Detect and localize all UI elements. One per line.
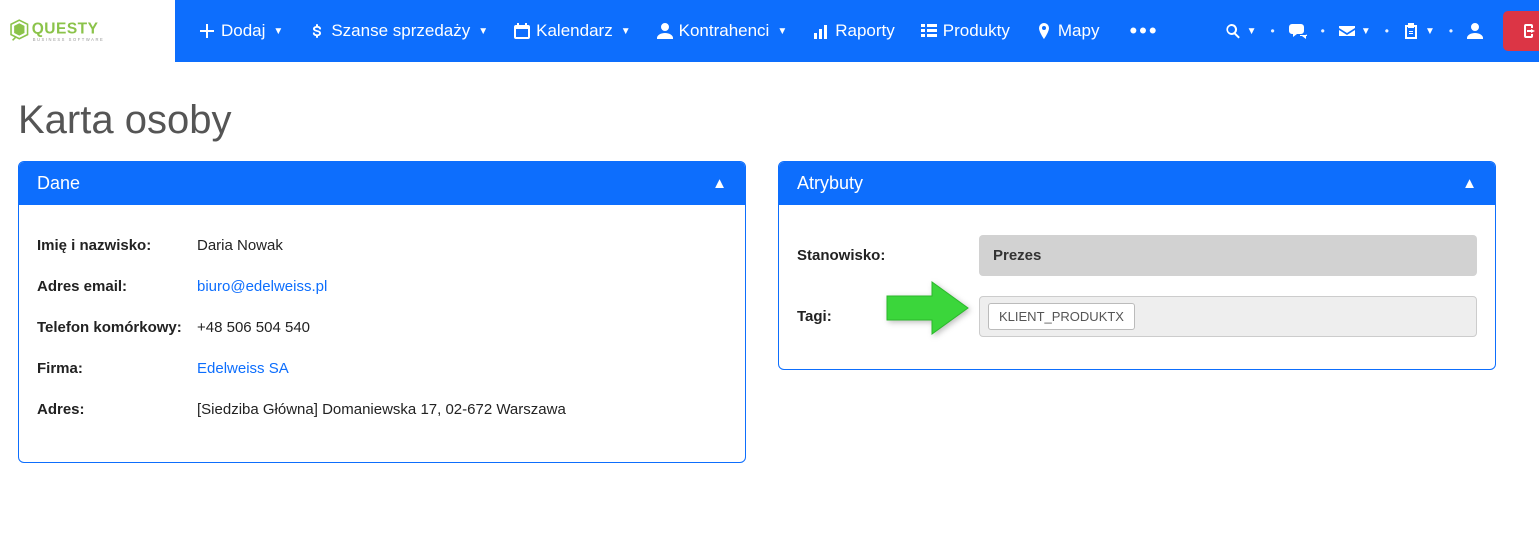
card-atrybuty-header: Atrybuty ▲ bbox=[779, 162, 1495, 205]
page-title: Karta osoby bbox=[18, 98, 1521, 143]
brand-logo[interactable]: QUESTY BUSINESS SOFTWARE bbox=[0, 0, 175, 62]
collapse-icon[interactable]: ▲ bbox=[712, 175, 727, 192]
separator-dot: • bbox=[1319, 24, 1327, 38]
nav-szanse[interactable]: Szanse sprzedaży ▼ bbox=[297, 0, 500, 62]
bars-icon bbox=[813, 23, 829, 39]
label-adres: Adres: bbox=[37, 401, 197, 418]
nav-produkty[interactable]: Produkty bbox=[909, 0, 1022, 62]
mail-button[interactable]: ▼ bbox=[1331, 17, 1379, 45]
card-atrybuty: Atrybuty ▲ Stanowisko: Prezes Tagi: KLIE… bbox=[778, 161, 1496, 370]
dollar-icon bbox=[309, 23, 325, 39]
search-button[interactable]: ▼ bbox=[1217, 17, 1265, 45]
pin-icon bbox=[1036, 23, 1052, 39]
card-dane-title: Dane bbox=[37, 173, 80, 194]
collapse-icon[interactable]: ▲ bbox=[1462, 175, 1477, 192]
top-navbar: QUESTY BUSINESS SOFTWARE Dodaj ▼ Szanse … bbox=[0, 0, 1539, 62]
value-stanowisko[interactable]: Prezes bbox=[979, 235, 1477, 276]
tag-chip[interactable]: KLIENT_PRODUKTX bbox=[988, 303, 1135, 330]
tags-field[interactable]: KLIENT_PRODUKTX bbox=[979, 296, 1477, 337]
value-telefon: +48 506 504 540 bbox=[197, 319, 310, 336]
separator-dot: • bbox=[1447, 24, 1455, 38]
chat-icon bbox=[1289, 22, 1307, 40]
nav-kalendarz[interactable]: Kalendarz ▼ bbox=[502, 0, 642, 62]
brand-subtitle: BUSINESS SOFTWARE bbox=[33, 36, 105, 41]
card-atrybuty-body: Stanowisko: Prezes Tagi: KLIENT_PRODUKTX bbox=[779, 205, 1495, 369]
row-tagi: Tagi: KLIENT_PRODUKTX bbox=[797, 286, 1477, 347]
value-adres: [Siedziba Główna] Domaniewska 17, 02-672… bbox=[197, 401, 566, 418]
nav-raporty[interactable]: Raporty bbox=[801, 0, 907, 62]
nav-mapy[interactable]: Mapy bbox=[1024, 0, 1112, 62]
cards-row: Dane ▲ Imię i nazwisko: Daria Nowak Adre… bbox=[18, 161, 1521, 463]
card-dane-body: Imię i nazwisko: Daria Nowak Adres email… bbox=[19, 205, 745, 462]
nav-left: Dodaj ▼ Szanse sprzedaży ▼ Kalendarz ▼ K… bbox=[187, 0, 1111, 62]
value-email[interactable]: biuro@edelweiss.pl bbox=[197, 278, 327, 295]
nav-right: ▼ • • ▼ • ▼ • bbox=[1217, 11, 1539, 51]
search-icon bbox=[1225, 23, 1241, 39]
nav-raporty-label: Raporty bbox=[835, 21, 895, 41]
label-firma: Firma: bbox=[37, 360, 197, 377]
label-imie: Imię i nazwisko: bbox=[37, 237, 197, 254]
more-menu[interactable]: ••• bbox=[1111, 18, 1176, 44]
separator-dot: • bbox=[1268, 24, 1276, 38]
caret-down-icon: ▼ bbox=[1361, 26, 1371, 37]
row-stanowisko: Stanowisko: Prezes bbox=[797, 225, 1477, 286]
logout-icon bbox=[1519, 22, 1537, 40]
logout-button[interactable] bbox=[1503, 11, 1539, 51]
profile-button[interactable] bbox=[1459, 17, 1491, 45]
row-imie: Imię i nazwisko: Daria Nowak bbox=[37, 225, 727, 266]
caret-down-icon: ▼ bbox=[1425, 26, 1435, 37]
label-stanowisko: Stanowisko: bbox=[797, 247, 979, 264]
card-dane-header: Dane ▲ bbox=[19, 162, 745, 205]
nav-kalendarz-label: Kalendarz bbox=[536, 21, 613, 41]
chat-button[interactable] bbox=[1281, 16, 1315, 46]
calendar-icon bbox=[514, 23, 530, 39]
row-email: Adres email: biuro@edelweiss.pl bbox=[37, 266, 727, 307]
row-adres: Adres: [Siedziba Główna] Domaniewska 17,… bbox=[37, 389, 727, 430]
brand-name: QUESTY bbox=[32, 20, 99, 37]
nav-dodaj[interactable]: Dodaj ▼ bbox=[187, 0, 295, 62]
grid-icon bbox=[921, 23, 937, 39]
card-atrybuty-title: Atrybuty bbox=[797, 173, 863, 194]
page-content: Karta osoby Dane ▲ Imię i nazwisko: Dari… bbox=[0, 62, 1539, 491]
nav-kontrahenci-label: Kontrahenci bbox=[679, 21, 770, 41]
caret-down-icon: ▼ bbox=[621, 26, 631, 37]
clipboard-button[interactable]: ▼ bbox=[1395, 17, 1443, 45]
nav-mapy-label: Mapy bbox=[1058, 21, 1100, 41]
label-telefon: Telefon komórkowy: bbox=[37, 319, 197, 336]
caret-down-icon: ▼ bbox=[478, 26, 488, 37]
user-icon bbox=[1467, 23, 1483, 39]
value-imie: Daria Nowak bbox=[197, 237, 283, 254]
mail-icon bbox=[1339, 23, 1355, 39]
caret-down-icon: ▼ bbox=[273, 26, 283, 37]
separator-dot: • bbox=[1383, 24, 1391, 38]
nav-produkty-label: Produkty bbox=[943, 21, 1010, 41]
label-email: Adres email: bbox=[37, 278, 197, 295]
nav-dodaj-label: Dodaj bbox=[221, 21, 265, 41]
caret-down-icon: ▼ bbox=[1247, 26, 1257, 37]
row-firma: Firma: Edelweiss SA bbox=[37, 348, 727, 389]
user-icon bbox=[657, 23, 673, 39]
plus-icon bbox=[199, 23, 215, 39]
arrow-annotation-icon bbox=[882, 280, 972, 336]
nav-szanse-label: Szanse sprzedaży bbox=[331, 21, 470, 41]
card-dane: Dane ▲ Imię i nazwisko: Daria Nowak Adre… bbox=[18, 161, 746, 463]
row-telefon: Telefon komórkowy: +48 506 504 540 bbox=[37, 307, 727, 348]
value-firma[interactable]: Edelweiss SA bbox=[197, 360, 289, 377]
caret-down-icon: ▼ bbox=[777, 26, 787, 37]
clipboard-icon bbox=[1403, 23, 1419, 39]
nav-kontrahenci[interactable]: Kontrahenci ▼ bbox=[645, 0, 800, 62]
